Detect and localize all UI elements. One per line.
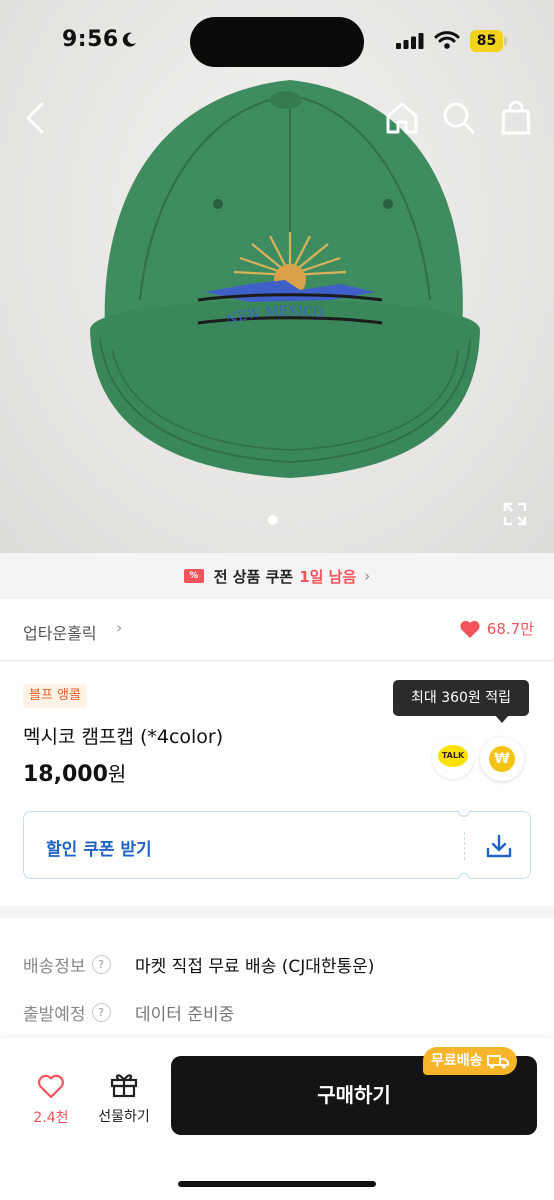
coupon-download-box[interactable]: 할인 쿠폰 받기 xyxy=(23,811,531,879)
search-icon[interactable] xyxy=(441,100,477,136)
battery-indicator: 85 xyxy=(470,30,503,52)
pagination-dot[interactable] xyxy=(244,515,254,525)
shipping-info-value: 마켓 직접 무료 배송 (CJ대한통운) xyxy=(135,957,375,977)
help-icon[interactable]: ? xyxy=(91,955,111,974)
coupon-notch xyxy=(458,873,470,879)
shipping-info-row: 배송정보 ? 마켓 직접 무료 배송 (CJ대한통운) xyxy=(23,952,374,977)
coupon-ticket-icon: % xyxy=(183,569,204,583)
tooltip-tail xyxy=(495,715,509,723)
gift-icon xyxy=(110,1074,138,1098)
product-image-gallery[interactable]: NEW MEXICO 9:56 85 xyxy=(0,0,554,553)
departure-info-key: 출발예정 xyxy=(23,1005,86,1025)
product-title: 멕시코 캠프캡 (*4color) xyxy=(23,726,224,748)
heart-outline-icon xyxy=(38,1074,64,1099)
kakao-talk-icon: TALK xyxy=(438,745,468,767)
free-shipping-label: 무료배송 xyxy=(431,1053,483,1069)
product-price: 18,000원 xyxy=(23,758,126,787)
dynamic-island xyxy=(190,17,364,67)
gift-button[interactable]: 선물하기 xyxy=(92,1070,156,1126)
coupon-banner[interactable]: % 전 상품 쿠폰 1일 남음 › xyxy=(0,553,554,599)
likes-count: 68.7만 xyxy=(486,620,534,638)
bottom-action-bar: 2.4천 선물하기 구매하기 무료배송 xyxy=(0,1038,554,1200)
coupon-banner-text: 전 상품 쿠폰 xyxy=(213,567,294,586)
coupon-download-label: 할인 쿠폰 받기 xyxy=(46,840,152,860)
moon-icon xyxy=(122,32,136,47)
pagination-dot-active[interactable] xyxy=(268,515,278,525)
wifi-icon xyxy=(434,31,460,49)
promo-badge: 블프 앵콜 xyxy=(23,684,87,708)
home-indicator xyxy=(178,1181,376,1187)
status-time: 9:56 xyxy=(62,27,119,52)
chevron-right-icon: › xyxy=(116,618,123,637)
section-divider xyxy=(0,906,554,918)
departure-info-value: 데이터 준비중 xyxy=(135,1005,235,1025)
expand-icon[interactable] xyxy=(503,502,527,526)
shop-name[interactable]: 업타운홀릭 xyxy=(23,620,97,644)
price-value: 18,000 xyxy=(23,762,108,787)
departure-info-row: 출발예정 ? 데이터 준비중 xyxy=(23,1000,234,1025)
help-icon[interactable]: ? xyxy=(91,1003,111,1022)
back-icon[interactable] xyxy=(22,100,50,136)
heart-icon xyxy=(460,620,480,638)
won-coin-icon: ₩ xyxy=(489,746,515,772)
pagination-dot[interactable] xyxy=(292,515,302,525)
kakao-talk-button[interactable]: TALK xyxy=(432,737,474,779)
shop-row[interactable]: 업타운홀릭 › 68.7만 xyxy=(0,599,554,661)
wishlist-button[interactable]: 2.4천 xyxy=(30,1073,72,1127)
chevron-right-icon: › xyxy=(364,567,371,585)
shipping-info-key: 배송정보 xyxy=(23,957,86,977)
pagination-dot[interactable] xyxy=(220,515,230,525)
pagination-dot[interactable] xyxy=(316,515,326,525)
coupon-banner-remaining: 1일 남음 xyxy=(299,567,357,586)
home-icon[interactable] xyxy=(384,100,420,136)
green-cap-image: NEW MEXICO xyxy=(90,80,480,478)
price-currency: 원 xyxy=(107,762,127,786)
coupon-divider xyxy=(464,832,465,860)
truck-icon xyxy=(486,1055,509,1069)
wishlist-count: 2.4천 xyxy=(33,1110,69,1126)
points-button[interactable]: ₩ xyxy=(480,737,524,781)
gallery-pagination[interactable] xyxy=(220,515,326,525)
download-icon[interactable] xyxy=(486,834,512,858)
signal-icon xyxy=(396,33,424,49)
gift-label: 선물하기 xyxy=(98,1109,150,1125)
coupon-notch xyxy=(458,811,470,817)
points-tooltip: 최대 360원 적립 xyxy=(393,680,529,716)
shop-likes[interactable]: 68.7만 xyxy=(459,618,534,639)
battery-nub xyxy=(504,37,507,45)
free-shipping-badge: 무료배송 xyxy=(423,1047,517,1075)
shopping-bag-icon[interactable] xyxy=(498,100,534,136)
